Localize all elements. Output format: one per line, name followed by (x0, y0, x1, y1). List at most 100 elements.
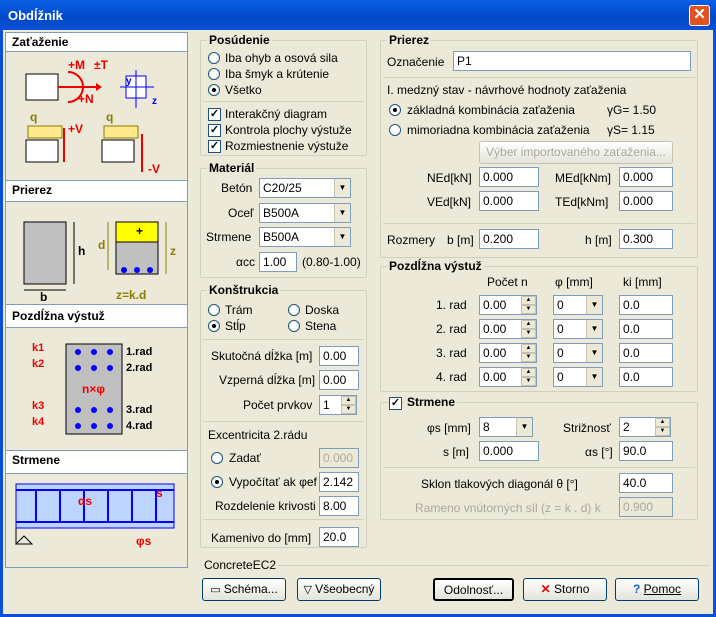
k-input[interactable]: 0.0 (619, 295, 673, 315)
k-input[interactable]: 0.0 (619, 343, 673, 363)
oznacenie-input[interactable]: P1 (453, 51, 691, 71)
interakcny-label: Interakčný diagram (225, 107, 328, 121)
doska-label: Doska (305, 303, 340, 317)
cancel-icon: ✕ (540, 582, 555, 596)
rozdelenie-input[interactable]: 8.00 (319, 496, 359, 516)
lever-z-label: z (170, 244, 176, 258)
ned-input[interactable]: 0.000 (479, 167, 539, 187)
doska-radio[interactable] (288, 304, 300, 316)
phi-select[interactable]: 0 ▼ (553, 295, 603, 315)
k-input[interactable]: 0.0 (619, 319, 673, 339)
alphas-input[interactable]: 90.0 (619, 441, 673, 461)
spacing-s-label: s (156, 486, 163, 500)
tram-radio[interactable] (208, 304, 220, 316)
ocel-select[interactable]: B500A ▼ (259, 203, 351, 223)
s-label: s [m] (443, 445, 469, 459)
h-label: h [m] (585, 233, 612, 247)
row4-label: 4.rad (126, 420, 153, 432)
schema-button[interactable]: ▭ Schéma... (202, 578, 286, 601)
striznost-stepper[interactable]: 2 ▲ ▼ (619, 417, 671, 437)
col-n-header: Počet n (487, 275, 528, 289)
beton-label: Betón (221, 181, 253, 195)
alphas-label: αs [°] (585, 445, 613, 459)
shear-minus-label: -V (148, 162, 160, 176)
opt-vsetko-radio[interactable] (208, 84, 220, 96)
storno-button[interactable]: ✕ Storno (523, 578, 607, 601)
theta-input[interactable]: 40.0 (619, 473, 673, 493)
zkd-label: z=k.d (116, 288, 147, 302)
stlp-label: Stĺp (225, 319, 246, 333)
shear-plus-label: +V (68, 122, 84, 136)
mimoriadna-radio[interactable] (389, 124, 401, 136)
strmene-select[interactable]: B500A ▼ (259, 227, 351, 247)
stlp-radio[interactable] (208, 320, 220, 332)
vypocitat-label: Vypočítať ak φef (229, 475, 317, 489)
rozmiestnenie-label: Rozmiestnenie výstuže (225, 139, 349, 153)
kontrola-label: Kontrola plochy výstuže (225, 123, 352, 137)
n-stepper[interactable]: 0.00 ▲ ▼ (479, 343, 537, 363)
phi-select[interactable]: 0 ▼ (553, 343, 603, 363)
phi-select[interactable]: 0 ▼ (553, 319, 603, 339)
zakladna-radio[interactable] (389, 104, 401, 116)
kamenivo-input[interactable]: 20.0 (319, 527, 359, 547)
ved-input[interactable]: 0.000 (479, 191, 539, 211)
s-input[interactable]: 0.000 (479, 441, 539, 461)
opt-ohyb-radio[interactable] (208, 52, 220, 64)
stirrups-diagram: αs s φs (6, 473, 187, 567)
h-input[interactable]: 0.300 (619, 229, 673, 249)
k3-label: k3 (32, 400, 45, 412)
left-panel: Zaťaženie +M ±T +N y z q +V q -V Prierez (5, 32, 188, 568)
posudenie-group: Posúdenie Iba ohyb a osová sila Iba šmyk… (200, 33, 367, 156)
skut-input[interactable]: 0.00 (319, 346, 359, 366)
vzper-label: Vzperná dĺžka [m] (219, 373, 316, 387)
stena-radio[interactable] (288, 320, 300, 332)
loads-diagram: +M ±T +N y z q +V q -V (6, 51, 187, 181)
n-stepper[interactable]: 0.00 ▲ ▼ (479, 319, 537, 339)
k1-label: k1 (32, 342, 45, 354)
strmene-heading: Strmene (12, 453, 61, 467)
n-stepper[interactable]: 0.00 ▲ ▼ (479, 367, 537, 387)
vypocitat-input[interactable]: 2.142 (319, 472, 359, 492)
phi-s-label: φs (136, 534, 152, 548)
b-input[interactable]: 0.200 (479, 229, 539, 249)
rameno-input[interactable]: 0.900 (619, 497, 673, 517)
ted-input[interactable]: 0.000 (619, 191, 673, 211)
close-icon[interactable]: ✕ (689, 5, 710, 26)
med-input[interactable]: 0.000 (619, 167, 673, 187)
ved-label: VEd[kN] (427, 195, 472, 209)
ted-label: TEd[kNm] (555, 195, 609, 209)
pomoc-button[interactable]: ? Pomoc (615, 578, 699, 601)
vystuz-heading: Pozdĺžna výstuž (12, 309, 105, 323)
import-button[interactable]: Výber importovaného zaťaženia... (479, 141, 673, 164)
kontrola-checkbox[interactable]: ✓ (208, 124, 221, 137)
skut-label: Skutočná dĺžka [m] (211, 349, 313, 363)
vseobecny-button[interactable]: ▽ Všeobecný (297, 578, 381, 601)
acc-input[interactable]: 1.00 (259, 252, 297, 272)
phi-select[interactable]: 0 ▼ (553, 367, 603, 387)
strmene-checkbox[interactable]: ✓ (389, 397, 402, 410)
opt-vsetko-label: Všetko (225, 83, 262, 97)
n-stepper[interactable]: 0.00 ▲ ▼ (479, 295, 537, 315)
col-k-header: ki [mm] (623, 275, 662, 289)
acc-label: αcc (236, 255, 255, 269)
prierez-heading: Prierez (12, 183, 53, 197)
beton-select[interactable]: C20/25 ▼ (259, 178, 351, 198)
phis-select[interactable]: 8 ▼ (479, 417, 533, 437)
zadat-input[interactable]: 0.000 (319, 448, 359, 468)
konstrukcia-group: Konštrukcia Trám Doska Stĺp Stena Skutoč… (200, 283, 367, 548)
strmene-mat-label: Strmene (206, 230, 252, 244)
zadat-radio[interactable] (211, 452, 223, 464)
col-phi-header: φ [mm] (555, 275, 593, 289)
k-input[interactable]: 0.0 (619, 367, 673, 387)
odolnost-button[interactable]: Odolnosť... (433, 578, 514, 601)
vypocitat-radio[interactable] (211, 476, 223, 488)
pocet-stepper[interactable]: 1 ▲ ▼ (319, 395, 357, 415)
strmene-group: ✓ Strmene φs [mm] 8 ▼ Strižnosť 2 ▲ ▼ s [m]… (380, 395, 698, 520)
zakladna-gamma: γG= 1.50 (607, 103, 657, 117)
rozmery-label: Rozmery (387, 233, 436, 247)
rameno-label: Rameno vnútorných síl (z = k . d) k (415, 501, 601, 515)
interakcny-checkbox[interactable]: ✓ (208, 108, 221, 121)
rozmiestnenie-checkbox[interactable]: ✓ (208, 140, 221, 153)
vzper-input[interactable]: 0.00 (319, 370, 359, 390)
opt-smyk-radio[interactable] (208, 68, 220, 80)
